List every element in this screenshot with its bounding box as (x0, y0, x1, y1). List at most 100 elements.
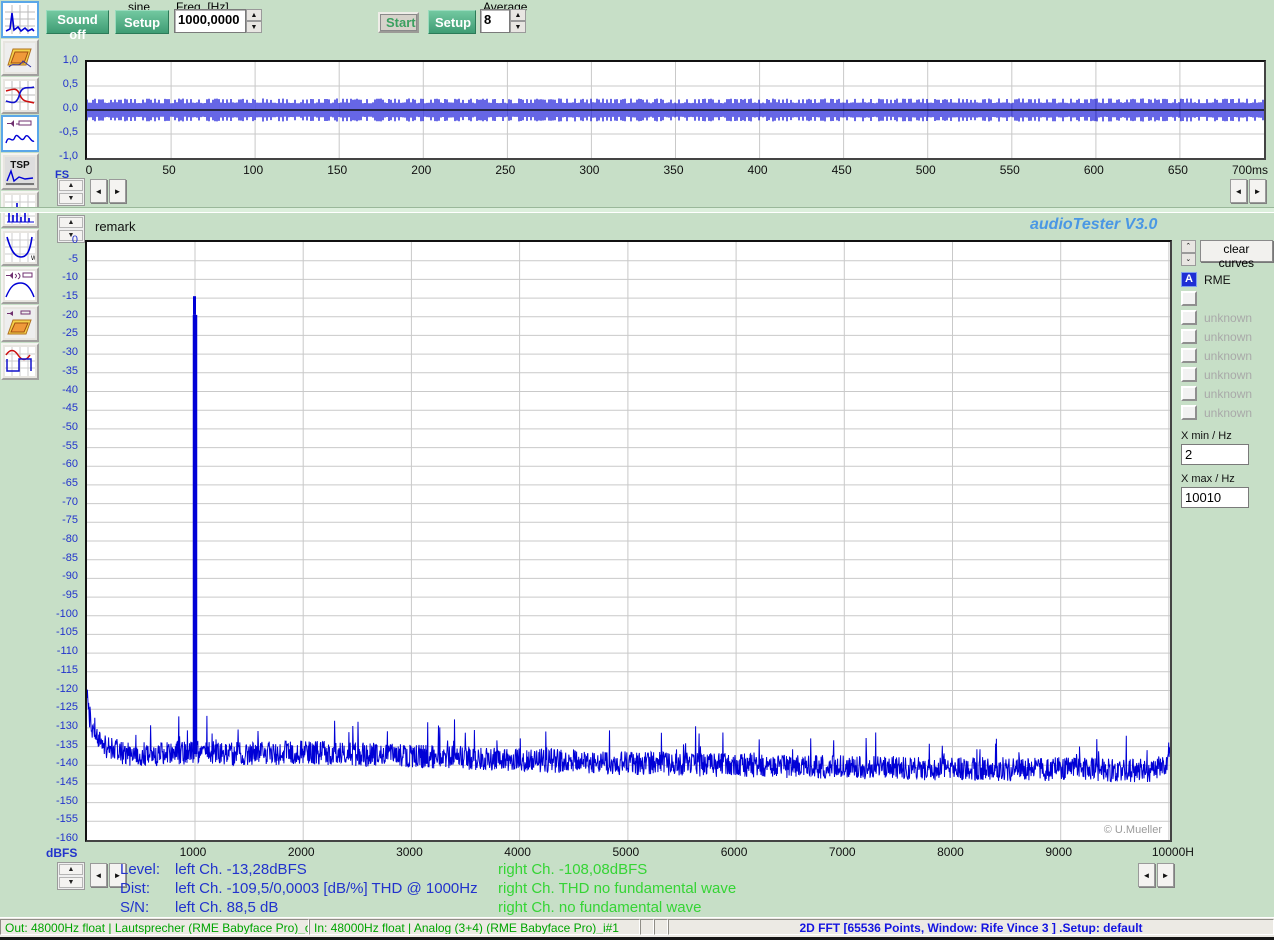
speaker-response-tool-icon[interactable] (1, 267, 39, 304)
app-title: audioTester V3.0 (1030, 216, 1157, 234)
curve-label: RME (1204, 273, 1231, 287)
fft-scroll-right-pair[interactable]: ◄► (1138, 863, 1176, 887)
scope-x-tick: 500 (916, 163, 936, 177)
fft-y-tick: 0 (44, 234, 78, 246)
remark-up[interactable]: ▲ (59, 217, 83, 228)
fft-y-down[interactable]: ▼ (59, 877, 83, 888)
scope-scroll-back2[interactable]: ◄ (1230, 179, 1247, 203)
svg-text:w: w (30, 253, 35, 262)
scope-y-up[interactable]: ▲ (59, 180, 83, 191)
fft-y-tick: -85 (44, 552, 78, 564)
audiotester-window: TSP w Sound off sine Setup Freq. [Hz] 10… (0, 0, 1274, 940)
frequency-step-down[interactable]: ▼ (246, 21, 262, 33)
panel-splitter[interactable] (0, 207, 1274, 213)
scope-y-tick: 0,0 (46, 102, 78, 114)
fft-y-tick: -90 (44, 570, 78, 582)
average-step-up[interactable]: ▲ (510, 9, 526, 21)
copyright-label: © U.Mueller (1104, 824, 1162, 836)
scope-y-spinner[interactable]: ▲▼ (57, 178, 85, 206)
curve-checkbox[interactable] (1181, 291, 1197, 306)
frequency-step-up[interactable]: ▲ (246, 9, 262, 21)
average-stepper[interactable]: ▲▼ (510, 9, 526, 33)
fft-y-tick: -65 (44, 477, 78, 489)
xmax-input[interactable] (1181, 487, 1249, 508)
fft-plot: © U.Mueller (85, 240, 1172, 842)
fft-y-tick: -70 (44, 496, 78, 508)
fft-y-tick: -120 (44, 683, 78, 695)
fft-x-tick: 7000 (829, 845, 856, 859)
fft-y-up[interactable]: ▲ (59, 864, 83, 875)
fft-y-spinner[interactable]: ▲▼ (57, 862, 85, 890)
frequency-stepper[interactable]: ▲▼ (246, 9, 262, 33)
fft-unit-label: dBFS (46, 846, 77, 860)
fft-y-tick: -35 (44, 365, 78, 377)
xmax-label: X max / Hz (1181, 473, 1273, 485)
scope-x-tick: 600 (1084, 163, 1104, 177)
average-input[interactable]: 8 (480, 9, 510, 33)
fft-y-tick: -150 (44, 795, 78, 807)
clear-curves-button[interactable]: clear curves (1200, 240, 1273, 262)
scope-x-tick: 100 (243, 163, 263, 177)
waterfall-3d-tool-icon[interactable] (1, 39, 39, 76)
start-button[interactable]: Start (378, 12, 419, 33)
fft-x-tick: 6000 (721, 845, 748, 859)
fft-y-tick: -155 (44, 813, 78, 825)
fft-y-tick: -100 (44, 608, 78, 620)
average-step-down[interactable]: ▼ (510, 21, 526, 33)
fft-y-tick: -50 (44, 421, 78, 433)
fft-y-tick: -30 (44, 346, 78, 358)
square-wave-tool-icon[interactable] (1, 343, 39, 380)
analyzer-setup-button[interactable]: Setup (428, 10, 476, 34)
curve-checkbox[interactable] (1181, 386, 1197, 401)
status-spacer-1 (640, 919, 654, 935)
curve-checkbox[interactable] (1181, 310, 1197, 325)
xmin-input[interactable] (1181, 444, 1249, 465)
fft-y-tick: -60 (44, 458, 78, 470)
fft-y-tick: -110 (44, 645, 78, 657)
fft-y-tick: -10 (44, 271, 78, 283)
fft-y-tick: -45 (44, 402, 78, 414)
scope-scroll-right-pair[interactable]: ◄► (1230, 179, 1268, 203)
curve-checkbox[interactable] (1181, 348, 1197, 363)
sn-label: S/N: (120, 899, 149, 916)
fft-scroll-back[interactable]: ◄ (90, 863, 107, 887)
curve-checkbox[interactable] (1181, 405, 1197, 420)
tsp-tool-icon[interactable]: TSP (1, 153, 39, 190)
dist-left-value: left Ch. -109,5/0,0003 [dB/%] THD @ 1000… (175, 880, 478, 897)
curve-select-down[interactable]: ⌄ (1181, 253, 1196, 266)
curve-checkbox[interactable] (1181, 367, 1197, 382)
fft-y-tick: -125 (44, 701, 78, 713)
curve-select-up[interactable]: ⌃ (1181, 240, 1196, 253)
curve-legend-item: unknown (1181, 403, 1273, 422)
frequency-input[interactable]: 1000,0000 (174, 9, 246, 33)
fft-scroll-back2[interactable]: ◄ (1138, 863, 1155, 887)
fft-scroll-fwd2[interactable]: ► (1157, 863, 1174, 887)
sn-right-value: right Ch. no fundamental wave (498, 899, 701, 916)
curve-label: unknown (1204, 387, 1252, 401)
speaker-measurement-tool-icon[interactable] (1, 115, 39, 152)
scope-y-down[interactable]: ▼ (59, 193, 83, 204)
generator-setup-button[interactable]: Setup (115, 10, 169, 34)
sn-left-value: left Ch. 88,5 dB (175, 899, 278, 916)
scope-x-tick: 0 (86, 163, 93, 177)
frequency-response-tool-icon[interactable] (1, 77, 39, 114)
fft-y-tick: -135 (44, 739, 78, 751)
tool-sidebar: TSP w (0, 0, 43, 381)
curve-select-spinner[interactable]: ⌃⌄ (1181, 240, 1196, 266)
fft-spectrum-tool-icon[interactable] (1, 1, 39, 38)
scope-scroll-fwd2[interactable]: ► (1249, 179, 1266, 203)
fft-x-tick: 4000 (504, 845, 531, 859)
curve-checkbox-active[interactable]: A (1181, 272, 1197, 287)
scope-scroll-fwd[interactable]: ► (109, 179, 126, 203)
fft-y-tick: -25 (44, 327, 78, 339)
scope-scroll-back[interactable]: ◄ (90, 179, 107, 203)
sound-off-button[interactable]: Sound off (46, 10, 109, 34)
speaker-waterfall-tool-icon[interactable] (1, 305, 39, 342)
scope-scroll-left-pair[interactable]: ◄► (90, 179, 128, 203)
fft-y-tick: -40 (44, 384, 78, 396)
scope-x-tick: 450 (832, 163, 852, 177)
impedance-curve-tool-icon[interactable]: w (1, 229, 39, 266)
fft-x-tick: 10000H (1152, 845, 1194, 859)
dist-right-value: right Ch. THD no fundamental wave (498, 880, 736, 897)
curve-checkbox[interactable] (1181, 329, 1197, 344)
